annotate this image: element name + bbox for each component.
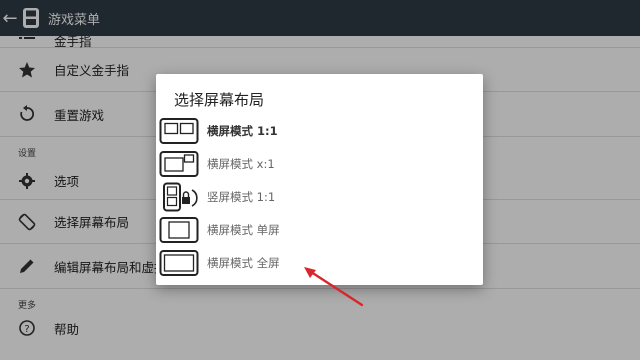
layout-landscape-1-1-icon: [159, 116, 199, 146]
option-label: 横屏模式 全屏: [207, 256, 280, 270]
layout-portrait-lock-icon: [159, 182, 199, 212]
layout-landscape-x-1-icon: [159, 149, 199, 179]
layout-single-screen-icon: [159, 215, 199, 245]
option-single-screen[interactable]: 横屏模式 单屏: [159, 213, 459, 247]
option-label: 横屏模式 单屏: [207, 223, 280, 237]
dialog-title: 选择屏幕布局: [174, 91, 265, 109]
layout-fullscreen-icon: [159, 248, 199, 278]
annotation-arrow: [304, 267, 364, 307]
option-portrait-1-1[interactable]: 竖屏模式 1:1: [159, 180, 459, 214]
layout-dialog: 选择屏幕布局 横屏模式 1:1 横屏模式 x:1 竖屏模式 1:1 横屏模式 单…: [156, 74, 483, 285]
option-label: 竖屏模式 1:1: [207, 190, 276, 204]
option-landscape-1-1[interactable]: 横屏模式 1:1: [159, 114, 459, 148]
option-landscape-x-1[interactable]: 横屏模式 x:1: [159, 147, 459, 181]
option-label: 横屏模式 1:1: [207, 124, 278, 138]
option-label: 横屏模式 x:1: [207, 157, 275, 171]
